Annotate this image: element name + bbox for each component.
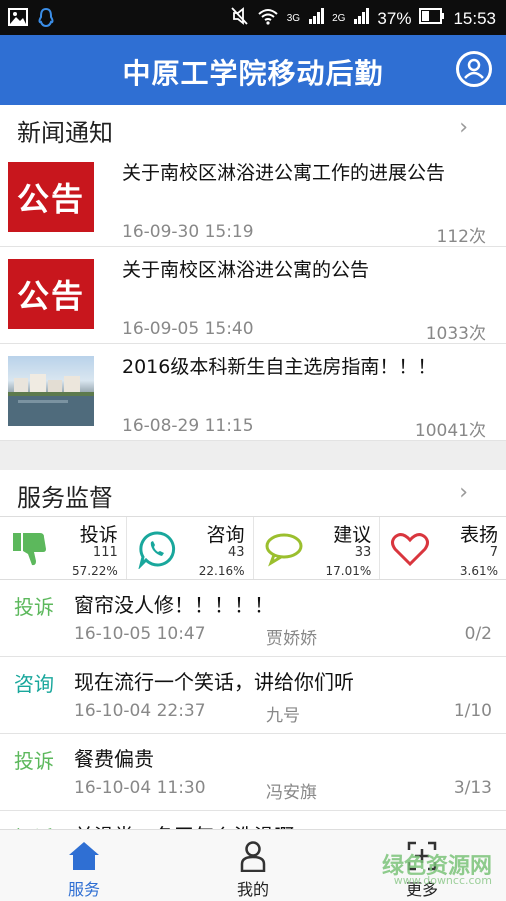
chat-phone-icon bbox=[138, 531, 175, 569]
wifi-icon bbox=[257, 7, 279, 30]
news-item[interactable]: 公告 关于南校区淋浴进公寓工作的进展公告 16-09-30 15:19 112次 bbox=[0, 150, 506, 247]
signal-icon bbox=[353, 7, 370, 30]
stat-name: 建议 bbox=[333, 524, 372, 546]
network-3g-label: 3G bbox=[286, 12, 301, 24]
heart-icon bbox=[391, 533, 430, 567]
person-icon bbox=[240, 841, 266, 872]
news-date: 16-09-05 15:40 bbox=[122, 319, 254, 339]
news-view-count: 1033次 bbox=[425, 324, 486, 344]
feedback-reply-count: 0/2 bbox=[464, 624, 492, 644]
app-title: 中原工学院移动后勤 bbox=[122, 57, 384, 90]
feedback-user: 冯安旗 bbox=[266, 783, 317, 803]
stat-percent: 57.22% bbox=[71, 564, 118, 578]
feedback-type-tag: 咨询 bbox=[14, 672, 54, 696]
chevron-right-icon: › bbox=[459, 480, 468, 505]
stat-name: 咨询 bbox=[206, 524, 245, 546]
stat-complaint[interactable]: 投诉 111 57.22% bbox=[0, 517, 127, 579]
news-section-title: 新闻通知 bbox=[17, 119, 113, 147]
feedback-type-tag: 投诉 bbox=[14, 749, 54, 773]
speech-bubble-icon bbox=[265, 533, 302, 567]
home-icon bbox=[69, 842, 99, 870]
feedback-reply-count: 3/13 bbox=[453, 778, 492, 798]
tab-label: 我的 bbox=[236, 880, 269, 899]
tab-service[interactable]: 服务 bbox=[24, 830, 144, 901]
feedback-title: 餐费偏贵 bbox=[74, 747, 154, 771]
clock: 15:53 bbox=[453, 8, 496, 28]
stat-count: 33 bbox=[354, 545, 372, 560]
status-bar: 3G 2G 37% 15:53 bbox=[0, 0, 506, 35]
stat-percent: 17.01% bbox=[325, 564, 372, 578]
battery-level: 37% bbox=[377, 8, 412, 28]
news-view-count: 10041次 bbox=[414, 421, 486, 441]
feedback-stats: 投诉 111 57.22% 咨询 43 22.16% 建议 33 17.01% … bbox=[0, 517, 506, 580]
stat-percent: 22.16% bbox=[198, 564, 245, 578]
news-section-header[interactable]: 新闻通知 › bbox=[0, 105, 506, 152]
feedback-date: 16-10-05 10:47 bbox=[74, 624, 206, 644]
service-section-title: 服务监督 bbox=[17, 484, 113, 512]
battery-icon bbox=[419, 8, 445, 29]
feedback-item[interactable]: 咨询 现在流行一个笑话，讲给你们听 16-10-04 22:37 九号 1/10 bbox=[0, 657, 506, 734]
tab-label: 服务 bbox=[67, 880, 100, 899]
signal-icon bbox=[308, 7, 325, 30]
feedback-item[interactable]: 投诉 窗帘没人修！！！！！ 16-10-05 10:47 贾娇娇 0/2 bbox=[0, 580, 506, 657]
feedback-user: 贾娇娇 bbox=[266, 629, 317, 649]
feedback-item[interactable]: 投诉 餐费偏贵 16-10-04 11:30 冯安旗 3/13 bbox=[0, 734, 506, 811]
feedback-date: 16-10-04 22:37 bbox=[74, 701, 206, 721]
stat-count: 7 bbox=[489, 545, 498, 560]
stat-name: 投诉 bbox=[79, 524, 118, 546]
chevron-right-icon: › bbox=[459, 115, 468, 140]
qq-icon bbox=[38, 7, 54, 33]
news-view-count: 112次 bbox=[436, 227, 486, 247]
feedback-date: 16-10-04 11:30 bbox=[74, 778, 206, 798]
news-title: 关于南校区淋浴进公寓的公告 bbox=[122, 259, 370, 281]
gallery-icon bbox=[8, 8, 28, 33]
stat-consult[interactable]: 咨询 43 22.16% bbox=[127, 517, 254, 579]
network-2g-label: 2G bbox=[332, 12, 346, 24]
stat-percent: 3.61% bbox=[459, 564, 498, 578]
user-profile-button[interactable] bbox=[456, 51, 492, 87]
feedback-user: 九号 bbox=[266, 706, 300, 726]
stat-praise[interactable]: 表扬 7 3.61% bbox=[380, 517, 506, 579]
news-date: 16-09-30 15:19 bbox=[122, 222, 254, 242]
stat-count: 111 bbox=[92, 545, 118, 560]
stat-name: 表扬 bbox=[459, 524, 498, 546]
announcement-thumbnail: 公告 bbox=[8, 162, 94, 232]
mute-icon bbox=[231, 6, 249, 31]
news-title: 关于南校区淋浴进公寓工作的进展公告 bbox=[122, 162, 446, 184]
campus-photo-thumbnail bbox=[8, 356, 94, 426]
thumbs-down-icon bbox=[13, 533, 46, 566]
tab-mine[interactable]: 我的 bbox=[193, 830, 313, 901]
news-item[interactable]: 2016级本科新生自主选房指南！！！ 16-08-29 11:15 10041次 bbox=[0, 344, 506, 441]
stat-suggestion[interactable]: 建议 33 17.01% bbox=[254, 517, 381, 579]
feedback-reply-count: 1/10 bbox=[453, 701, 492, 721]
news-item[interactable]: 公告 关于南校区淋浴进公寓的公告 16-09-05 15:40 1033次 bbox=[0, 247, 506, 344]
news-title: 2016级本科新生自主选房指南！！！ bbox=[122, 356, 437, 378]
announcement-thumbnail: 公告 bbox=[8, 259, 94, 329]
user-icon bbox=[464, 58, 484, 79]
feedback-title: 窗帘没人修！！！！！ bbox=[74, 593, 274, 617]
watermark: 绿色资源网 www.downcc.com bbox=[382, 848, 492, 887]
app-header: 中原工学院移动后勤 bbox=[0, 35, 506, 105]
watermark-url: www.downcc.com bbox=[393, 874, 492, 887]
service-section-header[interactable]: 服务监督 › bbox=[0, 470, 506, 517]
feedback-type-tag: 投诉 bbox=[14, 595, 54, 619]
feedback-title: 现在流行一个笑话，讲给你们听 bbox=[74, 670, 354, 694]
news-date: 16-08-29 11:15 bbox=[122, 416, 254, 436]
stat-count: 43 bbox=[227, 545, 245, 560]
